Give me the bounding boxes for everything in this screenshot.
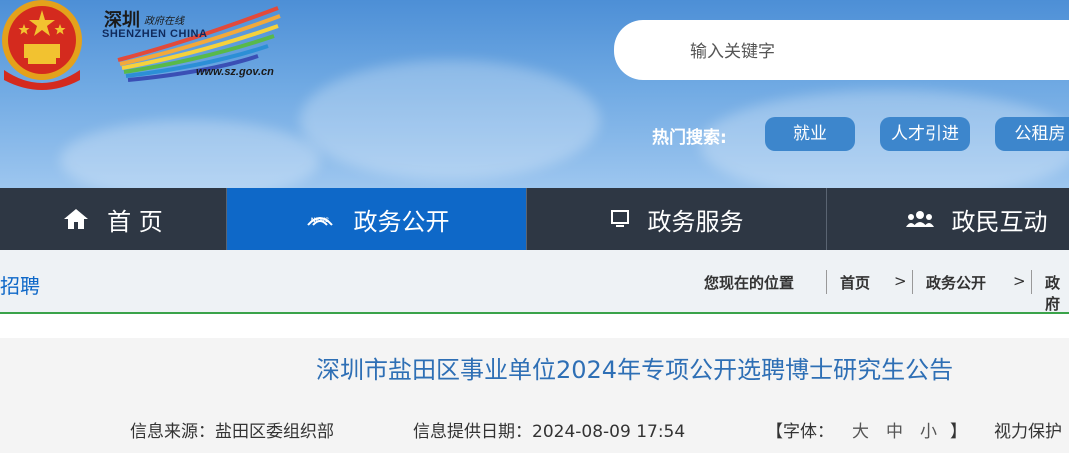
- search-input[interactable]: [614, 20, 1069, 80]
- font-size-small[interactable]: 小: [920, 417, 937, 442]
- monitor-icon: [610, 210, 629, 227]
- nav-item-government-services[interactable]: 政务服务: [527, 188, 826, 250]
- breadcrumb-government-affairs[interactable]: 政务公开: [926, 272, 986, 293]
- font-size-label: 【字体：: [766, 422, 834, 442]
- hot-tag-talent[interactable]: 人才引进: [880, 117, 970, 151]
- breadcrumb-divider: [1031, 270, 1032, 294]
- info-date: 信息提供日期：2024-08-09 17:54: [413, 422, 686, 442]
- nav-item-home[interactable]: 首 页: [0, 188, 226, 250]
- hot-tag-public-housing[interactable]: 公租房: [995, 117, 1069, 151]
- nav-item-public-interaction[interactable]: 政民互动: [827, 188, 1069, 250]
- font-size-large[interactable]: 大: [852, 417, 869, 442]
- hot-tag-jobs[interactable]: 就业: [765, 117, 855, 151]
- breadcrumb-arrow: >: [1013, 272, 1026, 290]
- national-emblem-icon: [2, 0, 82, 90]
- svg-text:NEWS: NEWS: [311, 218, 329, 224]
- breadcrumb-divider: [826, 270, 827, 294]
- cloud-decoration: [60, 120, 320, 188]
- logo-english-text: SHENZHEN CHINA: [102, 28, 208, 40]
- main-nav: 首 页 NEWS 政务公开 政务服务 政民互动: [0, 188, 1069, 250]
- info-source: 信息来源：盐田区委组织部: [130, 422, 334, 442]
- home-icon: [64, 209, 89, 229]
- nav-label: 政务服务: [647, 207, 744, 236]
- font-size-medium[interactable]: 中: [886, 417, 903, 442]
- section-title[interactable]: 招聘: [0, 270, 40, 299]
- nav-label: 首 页: [107, 207, 163, 236]
- people-icon: [905, 211, 934, 227]
- hot-search-label: 热门搜索:: [652, 128, 727, 148]
- breadcrumb-arrow: >: [894, 272, 907, 290]
- location-label: 您现在的位置: [704, 274, 795, 292]
- font-size-close: 】: [950, 422, 967, 442]
- nav-label: 政民互动: [951, 207, 1048, 236]
- logo-subtitle: 政府在线: [144, 16, 184, 27]
- search-placeholder: 输入关键字: [690, 42, 775, 62]
- nav-label: 政务公开: [353, 207, 450, 236]
- breadcrumb-divider: [912, 270, 913, 294]
- nav-item-government-affairs[interactable]: NEWS 政务公开: [227, 188, 526, 250]
- breadcrumb: 招聘 您现在的位置 首页 > 政务公开 > 政府: [0, 250, 1069, 314]
- eye-protection-toggle[interactable]: 视力保护: [994, 417, 1062, 442]
- article-title: 深圳市盐田区事业单位2024年专项公开选聘博士研究生公告: [316, 356, 954, 384]
- cloud-decoration: [300, 60, 600, 180]
- breadcrumb-home[interactable]: 首页: [840, 272, 870, 293]
- news-icon: NEWS: [306, 217, 333, 226]
- breadcrumb-government[interactable]: 政府: [1045, 272, 1069, 314]
- logo-url: www.sz.gov.cn: [196, 66, 274, 78]
